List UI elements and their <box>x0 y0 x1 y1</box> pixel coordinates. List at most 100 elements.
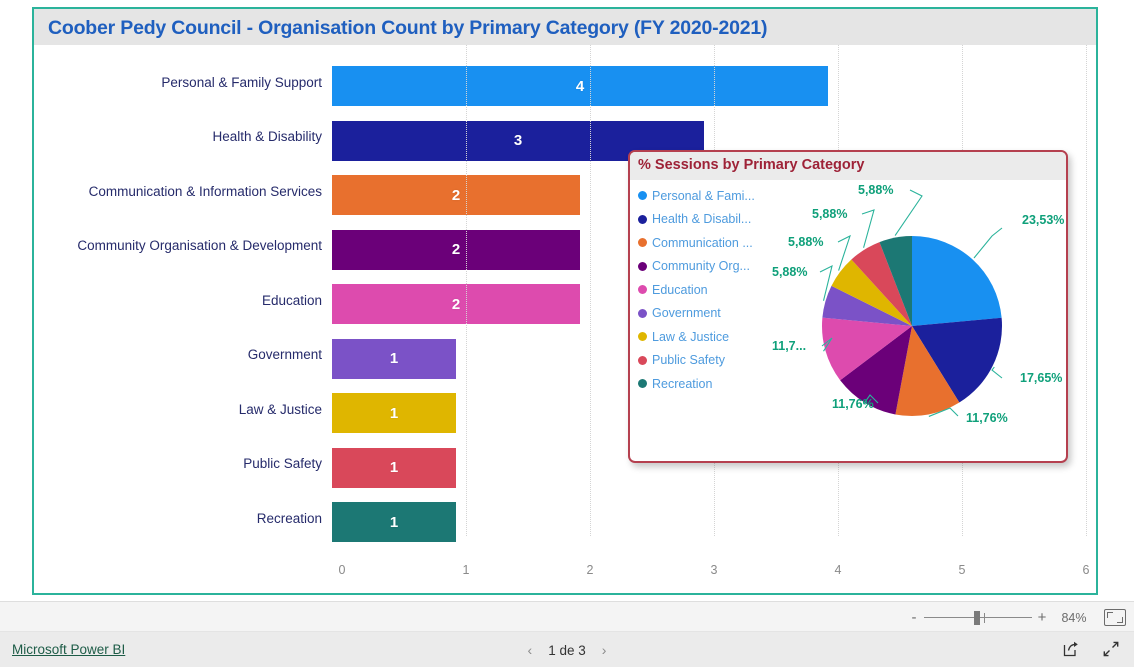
x-axis-tick-label: 4 <box>834 563 842 577</box>
legend-label: Personal & Fami... <box>652 188 755 203</box>
pie-data-label: 5,88% <box>858 183 893 197</box>
share-icon[interactable] <box>1062 640 1080 658</box>
bar-category-label: Recreation <box>256 510 322 526</box>
bar-row[interactable]: Personal & Family Support 4 <box>34 55 1096 109</box>
zoom-out-button[interactable]: - <box>906 609 922 626</box>
bar-value-label: 1 <box>389 513 399 531</box>
bar-value-label: 1 <box>389 350 399 367</box>
legend-label: Law & Justice <box>652 329 730 344</box>
legend-label: Community Org... <box>652 259 750 274</box>
status-bar-icons <box>1062 640 1120 658</box>
pie-slice[interactable] <box>912 236 1002 326</box>
x-axis-tick-label: 3 <box>710 563 718 577</box>
x-axis-tick-label: 0 <box>338 563 346 577</box>
bar[interactable]: 2 <box>332 175 580 215</box>
fullscreen-icon[interactable] <box>1102 640 1120 658</box>
legend-item[interactable]: Recreation <box>638 372 778 396</box>
bar[interactable]: 1 <box>332 393 456 433</box>
gridline <box>466 45 467 536</box>
bar[interactable]: 1 <box>332 338 456 379</box>
bar[interactable]: 1 <box>332 447 456 488</box>
pie-leader-line <box>894 189 923 236</box>
pie-leader-line <box>991 366 1003 379</box>
x-axis-tick-label: 6 <box>1082 563 1090 577</box>
legend-label: Recreation <box>652 376 713 391</box>
page-navigation: ‹ 1 de 3 › <box>0 642 1134 658</box>
bar[interactable]: 2 <box>332 229 580 270</box>
zoom-slider[interactable] <box>924 610 1032 626</box>
prev-page-icon[interactable]: ‹ <box>528 642 533 658</box>
zoom-controls: - + 84% <box>906 602 1126 633</box>
legend-color-dot <box>638 308 647 318</box>
bar-category-label: Public Safety <box>243 456 322 471</box>
page-title: Coober Pedy Council - Organisation Count… <box>48 17 768 39</box>
pie-chart-legend: Personal & Fami... Health & Disabil... Com… <box>638 184 778 396</box>
zoom-in-button[interactable]: + <box>1034 609 1050 626</box>
status-bar: Microsoft Power BI ‹ 1 de 3 › <box>0 632 1134 667</box>
bar-value-label: 2 <box>451 186 461 204</box>
pie-data-label: 5,88% <box>788 235 823 249</box>
legend-label: Communication ... <box>652 235 753 250</box>
x-axis-tick-label: 2 <box>586 563 594 577</box>
legend-color-dot <box>638 214 647 224</box>
legend-item[interactable]: Personal & Fami... <box>638 184 778 208</box>
legend-item[interactable]: Community Org... <box>638 255 778 279</box>
page-indicator: 1 de 3 <box>548 642 586 658</box>
zoom-slider-thumb[interactable] <box>974 610 980 625</box>
legend-label: Public Safety <box>652 353 725 368</box>
bar-category-label: Community Organisation & Development <box>77 238 322 253</box>
pie-data-label: 5,88% <box>812 207 847 221</box>
bar-chart-x-axis: 0 1 2 3 4 5 6 <box>34 563 1096 585</box>
x-axis-tick-label: 5 <box>958 563 966 577</box>
bar-value-label: 1 <box>389 404 399 422</box>
gridline <box>590 45 591 536</box>
legend-color-dot <box>638 355 647 365</box>
pie-chart-graphic[interactable]: 23,53% 17,65% 11,76% 11,76% 11,7... 5,88% 5,88… <box>770 174 1066 461</box>
pie-chart-panel[interactable]: % Sessions by Primary Category Personal … <box>628 150 1068 463</box>
legend-item[interactable]: Government <box>638 302 778 326</box>
next-page-icon[interactable]: › <box>602 642 607 658</box>
pie-chart-title: % Sessions by Primary Category <box>638 157 865 173</box>
report-title-bar: Coober Pedy Council - Organisation Count… <box>34 9 1096 45</box>
bar-category-label: Law & Justice <box>238 401 322 417</box>
bar-value-label: 3 <box>513 132 523 149</box>
bar[interactable]: 1 <box>332 502 456 542</box>
bar-value-label: 1 <box>389 459 399 476</box>
pie-data-label: 11,7... <box>772 339 806 353</box>
legend-label: Health & Disabil... <box>652 212 752 227</box>
x-axis-tick-label: 1 <box>462 563 470 577</box>
pie-data-label: 11,76% <box>832 397 874 411</box>
bar-category-label: Personal & Family Support <box>161 74 322 90</box>
pie-data-label: 17,65% <box>1020 371 1062 385</box>
bar[interactable]: 4 <box>332 66 828 106</box>
legend-label: Government <box>652 306 721 321</box>
fit-to-page-icon[interactable] <box>1104 609 1126 626</box>
legend-item[interactable]: Communication ... <box>638 231 778 255</box>
pie-data-label: 5,88% <box>772 265 807 279</box>
legend-color-dot <box>638 285 647 295</box>
pie-leader-line <box>861 209 875 248</box>
zoom-level-label: 84% <box>1061 610 1087 625</box>
report-frame: Coober Pedy Council - Organisation Count… <box>32 7 1098 595</box>
pie-data-label: 11,76% <box>966 411 1008 425</box>
legend-color-dot <box>638 191 647 201</box>
legend-item[interactable]: Health & Disabil... <box>638 208 778 232</box>
bar-category-label: Communication & Information Services <box>88 183 322 199</box>
bar-category-label: Government <box>247 347 322 362</box>
legend-color-dot <box>638 379 647 389</box>
pie-leader-line <box>973 227 1003 259</box>
bar-row[interactable]: Recreation 1 <box>34 491 1096 545</box>
bar-value-label: 2 <box>451 241 461 258</box>
legend-color-dot <box>638 261 647 271</box>
gridline <box>1086 45 1087 536</box>
legend-item[interactable]: Education <box>638 278 778 302</box>
legend-item[interactable]: Public Safety <box>638 349 778 373</box>
zoom-toolbar: - + 84% <box>0 601 1134 632</box>
bar[interactable]: 2 <box>332 284 580 324</box>
legend-item[interactable]: Law & Justice <box>638 325 778 349</box>
report-canvas: Coober Pedy Council - Organisation Count… <box>0 0 1134 667</box>
legend-label: Education <box>652 282 708 297</box>
bar-value-label: 4 <box>575 77 585 95</box>
legend-color-dot <box>638 238 647 248</box>
bar-category-label: Health & Disability <box>212 129 322 144</box>
